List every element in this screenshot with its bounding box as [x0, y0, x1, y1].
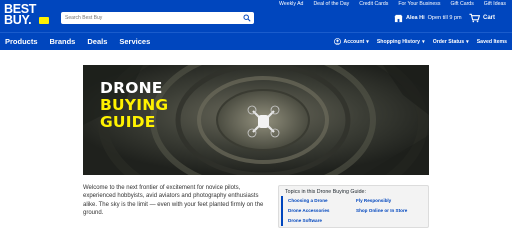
search-icon[interactable] — [243, 14, 251, 22]
search-box[interactable] — [61, 12, 254, 24]
link-weekly-ad[interactable]: Weekly Ad — [279, 0, 303, 8]
utility-links: Weekly Ad Deal of the Day Credit Cards F… — [279, 0, 506, 8]
topic-link-shop-online-or-in-store[interactable]: Shop Online or In Store — [356, 208, 407, 213]
topic-link-fly-responsibly[interactable]: Fly Responsibly — [356, 198, 391, 203]
cart-label: Cart — [483, 14, 496, 21]
topics-accent-bar — [281, 196, 283, 226]
link-gift-cards[interactable]: Gift Cards — [450, 0, 473, 8]
user-icon — [334, 38, 342, 45]
order-status-menu[interactable]: Order Status ▾ — [433, 39, 469, 45]
main-nav: Products Brands Deals Services Account ▾… — [0, 32, 512, 50]
account-label: Account — [343, 38, 365, 45]
topics-box: Topics in this Drone Buying Guide: Choos… — [278, 185, 429, 228]
nav-deals[interactable]: Deals — [87, 37, 107, 46]
account-menu[interactable]: Account ▾ — [334, 38, 369, 45]
hero-title: DRONE BUYING GUIDE — [100, 79, 169, 131]
cart-icon — [469, 13, 480, 22]
top-header: BEST BUY. Weekly Ad Deal of the Day Cred… — [0, 0, 512, 32]
best-buy-logo[interactable]: BEST BUY. — [4, 2, 50, 34]
shopping-history-menu[interactable]: Shopping History ▾ — [377, 39, 425, 45]
topic-link-drone-software[interactable]: Drone Software — [288, 218, 322, 223]
logo-tag-icon — [39, 17, 49, 24]
search-input[interactable] — [65, 12, 235, 24]
chevron-down-icon: ▾ — [422, 38, 425, 45]
link-gift-ideas[interactable]: Gift Ideas — [484, 0, 506, 8]
topics-title: Topics in this Drone Buying Guide: — [285, 189, 366, 195]
nav-brands[interactable]: Brands — [50, 37, 76, 46]
store-hours: Open till 9 pm — [427, 15, 462, 21]
store-selector[interactable]: Alea Hi Open till 9 pm — [394, 13, 462, 23]
nav-products[interactable]: Products — [5, 37, 38, 46]
store-icon — [394, 14, 403, 22]
shopping-history-label: Shopping History — [376, 38, 421, 45]
chevron-down-icon: ▾ — [466, 38, 469, 45]
topic-link-choosing-a-drone[interactable]: Choosing a Drone — [288, 198, 328, 203]
order-status-label: Order Status — [432, 38, 465, 45]
nav-services[interactable]: Services — [119, 37, 150, 46]
topic-link-drone-accessories[interactable]: Drone Accessories — [288, 208, 329, 213]
store-name: Alea Hi — [406, 15, 425, 21]
saved-items-link[interactable]: Saved Items — [477, 39, 507, 45]
cart-button[interactable]: Cart — [469, 12, 495, 23]
link-credit-cards[interactable]: Credit Cards — [359, 0, 388, 8]
link-for-your-business[interactable]: For Your Business — [398, 0, 440, 8]
chevron-down-icon: ▾ — [366, 38, 369, 45]
hero-banner: DRONE BUYING GUIDE — [83, 65, 429, 175]
intro-paragraph: Welcome to the next frontier of exciteme… — [83, 185, 264, 216]
link-deal-of-the-day[interactable]: Deal of the Day — [313, 0, 349, 8]
